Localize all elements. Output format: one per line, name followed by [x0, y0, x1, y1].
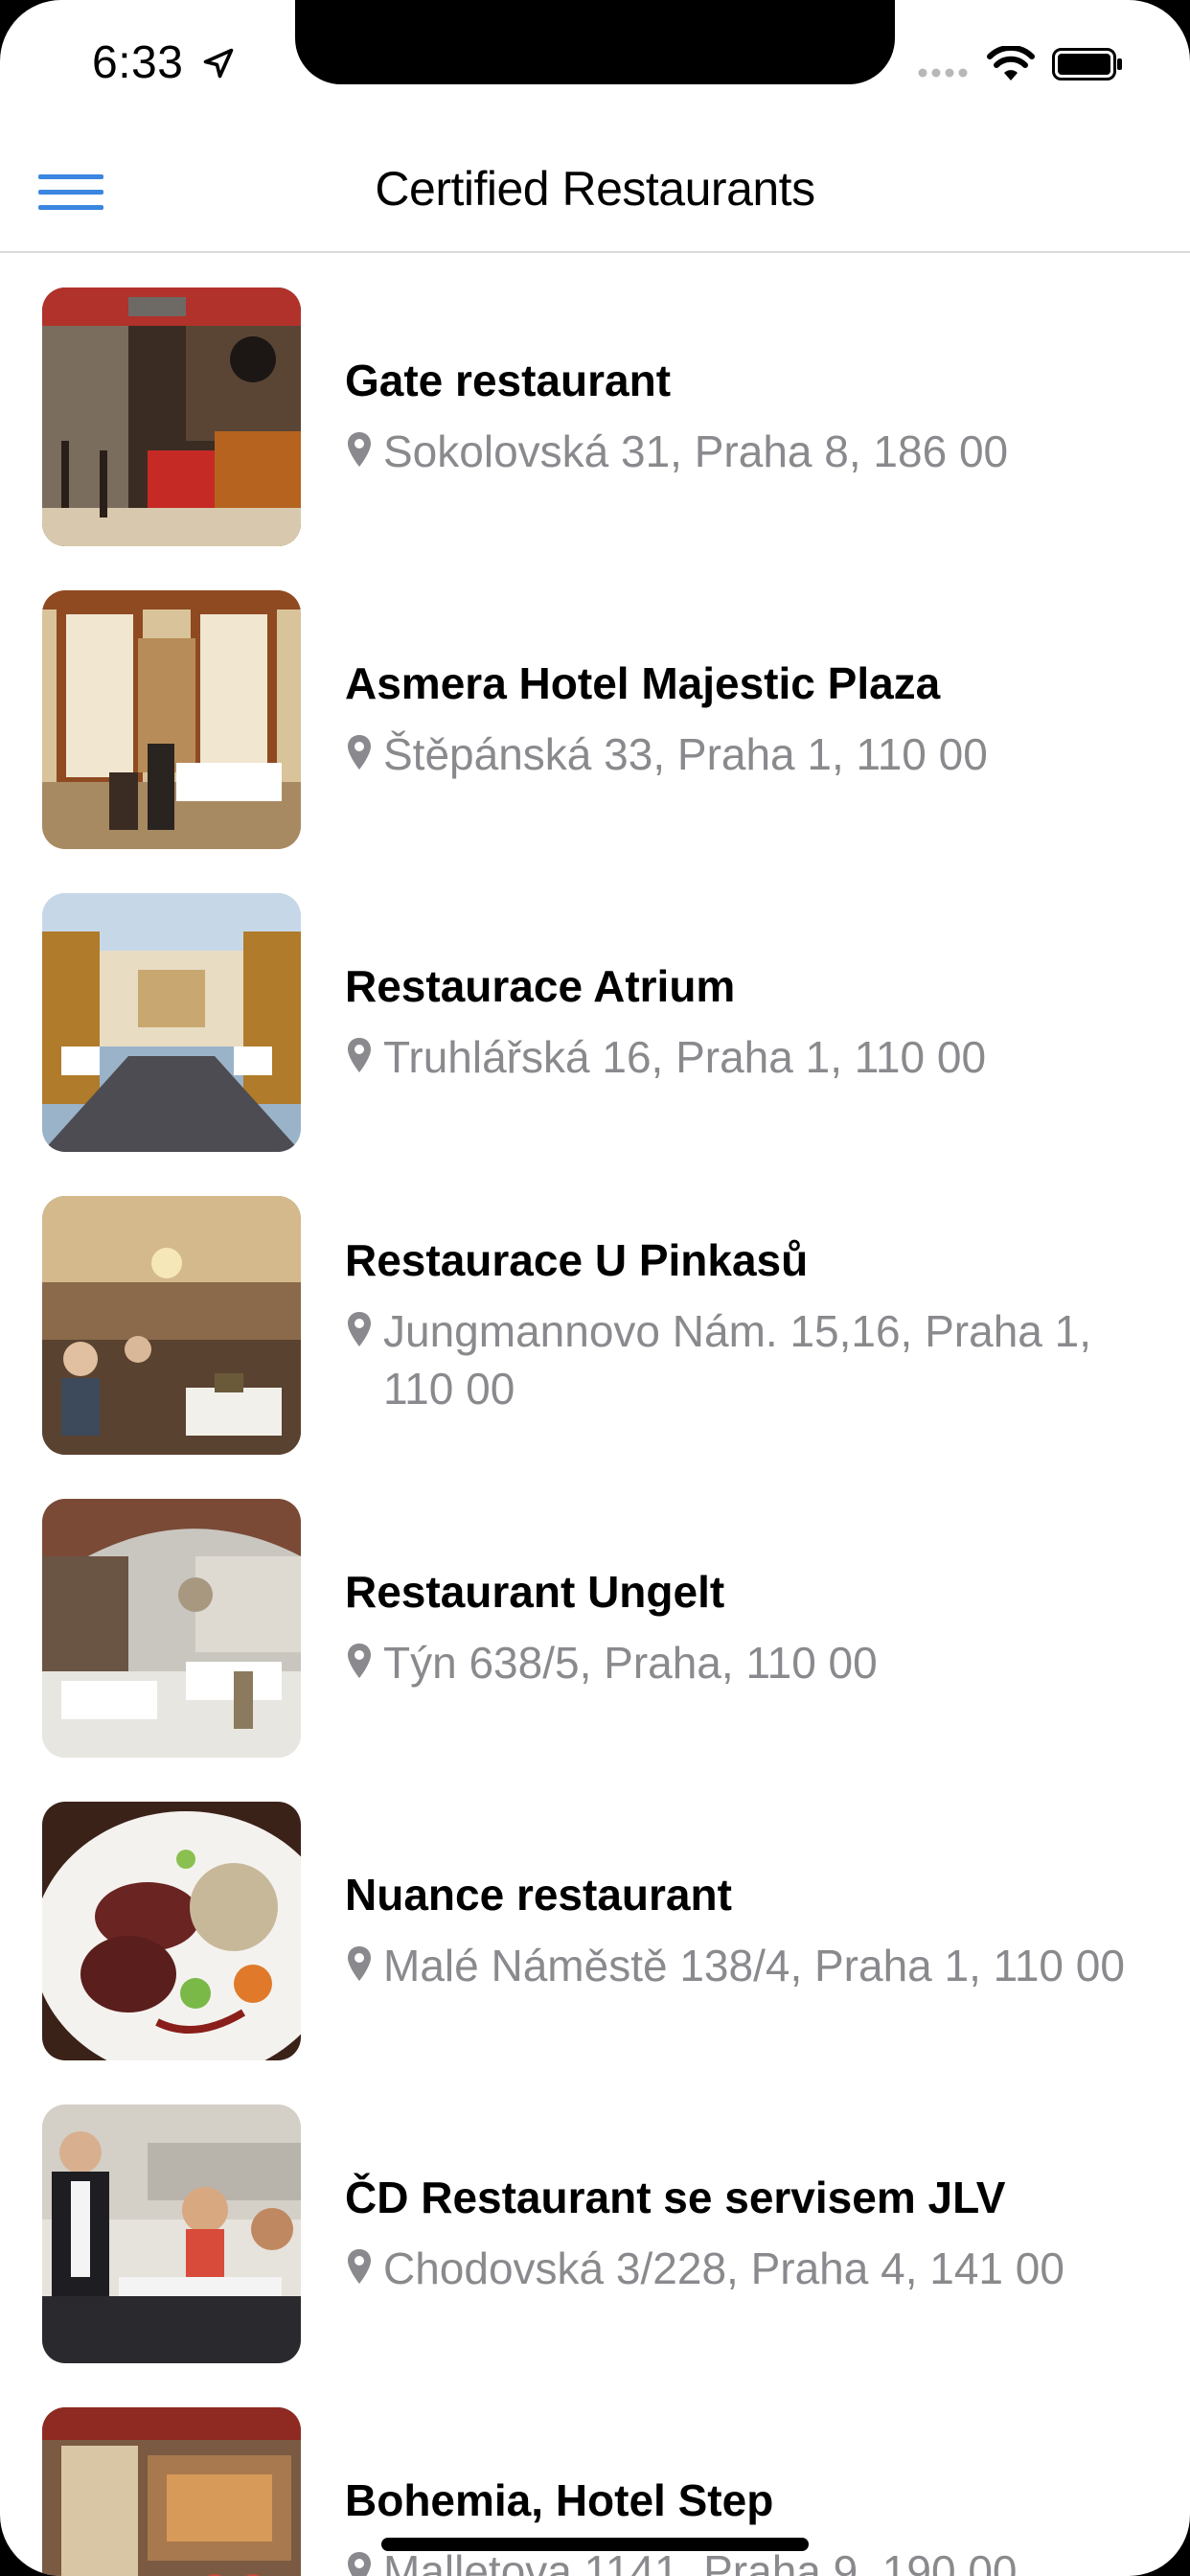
restaurant-name: Restaurace Atrium	[345, 961, 736, 1011]
restaurant-name: Restaurant Ungelt	[345, 1567, 725, 1617]
restaurant-address: Sokolovská 31, Praha 8, 186 00	[383, 426, 1009, 476]
restaurant-address: Truhlářská 16, Praha 1, 110 00	[383, 1032, 987, 1082]
list-item[interactable]: Gate restaurant Sokolovská 31, Praha 8, …	[0, 253, 1190, 556]
restaurant-info: Nuance restaurant Malé Náměstě 138/4, Pr…	[345, 1802, 1140, 2060]
address-line: Jungmannovo Nám. 15,16, Praha 1, 110 00	[345, 1302, 1140, 1417]
signal-icon	[918, 68, 968, 78]
status-bar: 6:33	[0, 0, 1190, 125]
restaurant-photo	[42, 893, 301, 1152]
address-line: Sokolovská 31, Praha 8, 186 00	[345, 423, 1140, 480]
location-pin-icon	[348, 1644, 371, 1678]
location-arrow-icon	[203, 48, 234, 79]
restaurant-info: Restaurace Atrium Truhlářská 16, Praha 1…	[345, 893, 1140, 1152]
address-line: Chodovská 3/228, Praha 4, 141 00	[345, 2240, 1140, 2297]
app-screen: 6:33 Certified Restaurants Gate restaura…	[0, 0, 1190, 2576]
restaurant-photo	[42, 1196, 301, 1455]
restaurant-photo	[42, 288, 301, 546]
restaurant-photo	[42, 2407, 301, 2576]
restaurant-info: Asmera Hotel Majestic Plaza Štěpánská 33…	[345, 590, 1140, 849]
list-item[interactable]: Asmera Hotel Majestic Plaza Štěpánská 33…	[0, 556, 1190, 859]
restaurant-list[interactable]: Gate restaurant Sokolovská 31, Praha 8, …	[0, 253, 1190, 2576]
restaurant-name: Gate restaurant	[345, 356, 672, 405]
wifi-icon	[987, 46, 1035, 80]
restaurant-info: Restaurant Ungelt Týn 638/5, Praha, 110 …	[345, 1499, 1140, 1758]
list-item[interactable]: ČD Restaurant se servisem JLV Chodovská …	[0, 2070, 1190, 2373]
restaurant-address: Jungmannovo Nám. 15,16, Praha 1, 110 00	[383, 1306, 1092, 1414]
location-pin-icon	[348, 1946, 371, 1981]
address-line: Truhlářská 16, Praha 1, 110 00	[345, 1028, 1140, 1086]
restaurant-photo	[42, 1499, 301, 1758]
address-line: Malé Náměstě 138/4, Praha 1, 110 00	[345, 1937, 1140, 1994]
restaurant-info: Restaurace U Pinkasů Jungmannovo Nám. 15…	[345, 1196, 1140, 1455]
restaurant-address: Chodovská 3/228, Praha 4, 141 00	[383, 2243, 1064, 2293]
restaurant-name: ČD Restaurant se servisem JLV	[345, 2173, 1006, 2222]
list-item[interactable]: Restaurace U Pinkasů Jungmannovo Nám. 15…	[0, 1162, 1190, 1464]
address-line: Štěpánská 33, Praha 1, 110 00	[345, 725, 1140, 783]
list-item[interactable]: Nuance restaurant Malé Náměstě 138/4, Pr…	[0, 1767, 1190, 2070]
list-item[interactable]: Restaurant Ungelt Týn 638/5, Praha, 110 …	[0, 1464, 1190, 1767]
restaurant-info: ČD Restaurant se servisem JLV Chodovská …	[345, 2104, 1140, 2363]
battery-icon	[1052, 48, 1122, 80]
list-item[interactable]: Restaurace Atrium Truhlářská 16, Praha 1…	[0, 859, 1190, 1162]
restaurant-photo	[42, 1802, 301, 2060]
restaurant-name: Nuance restaurant	[345, 1870, 732, 1920]
page-title: Certified Restaurants	[375, 162, 815, 216]
device-notch	[295, 0, 895, 84]
location-pin-icon	[348, 735, 371, 770]
restaurant-address: Týn 638/5, Praha, 110 00	[383, 1638, 878, 1688]
location-pin-icon	[348, 1312, 371, 1346]
address-line: Týn 638/5, Praha, 110 00	[345, 1634, 1140, 1691]
navigation-bar: Certified Restaurants	[0, 125, 1190, 253]
restaurant-address: Malé Náměstě 138/4, Praha 1, 110 00	[383, 1941, 1125, 1990]
restaurant-name: Restaurace U Pinkasů	[345, 1235, 809, 1285]
restaurant-name: Asmera Hotel Majestic Plaza	[345, 658, 941, 708]
restaurant-name: Bohemia, Hotel Step	[345, 2475, 774, 2525]
location-pin-icon	[348, 432, 371, 467]
status-time: 6:33	[92, 37, 184, 88]
restaurant-info: Gate restaurant Sokolovská 31, Praha 8, …	[345, 288, 1140, 546]
location-pin-icon	[348, 2552, 371, 2576]
restaurant-photo	[42, 590, 301, 849]
location-pin-icon	[348, 1038, 371, 1072]
home-indicator[interactable]	[381, 2538, 809, 2551]
restaurant-photo	[42, 2104, 301, 2363]
location-pin-icon	[348, 2249, 371, 2284]
restaurant-address: Štěpánská 33, Praha 1, 110 00	[383, 729, 988, 779]
